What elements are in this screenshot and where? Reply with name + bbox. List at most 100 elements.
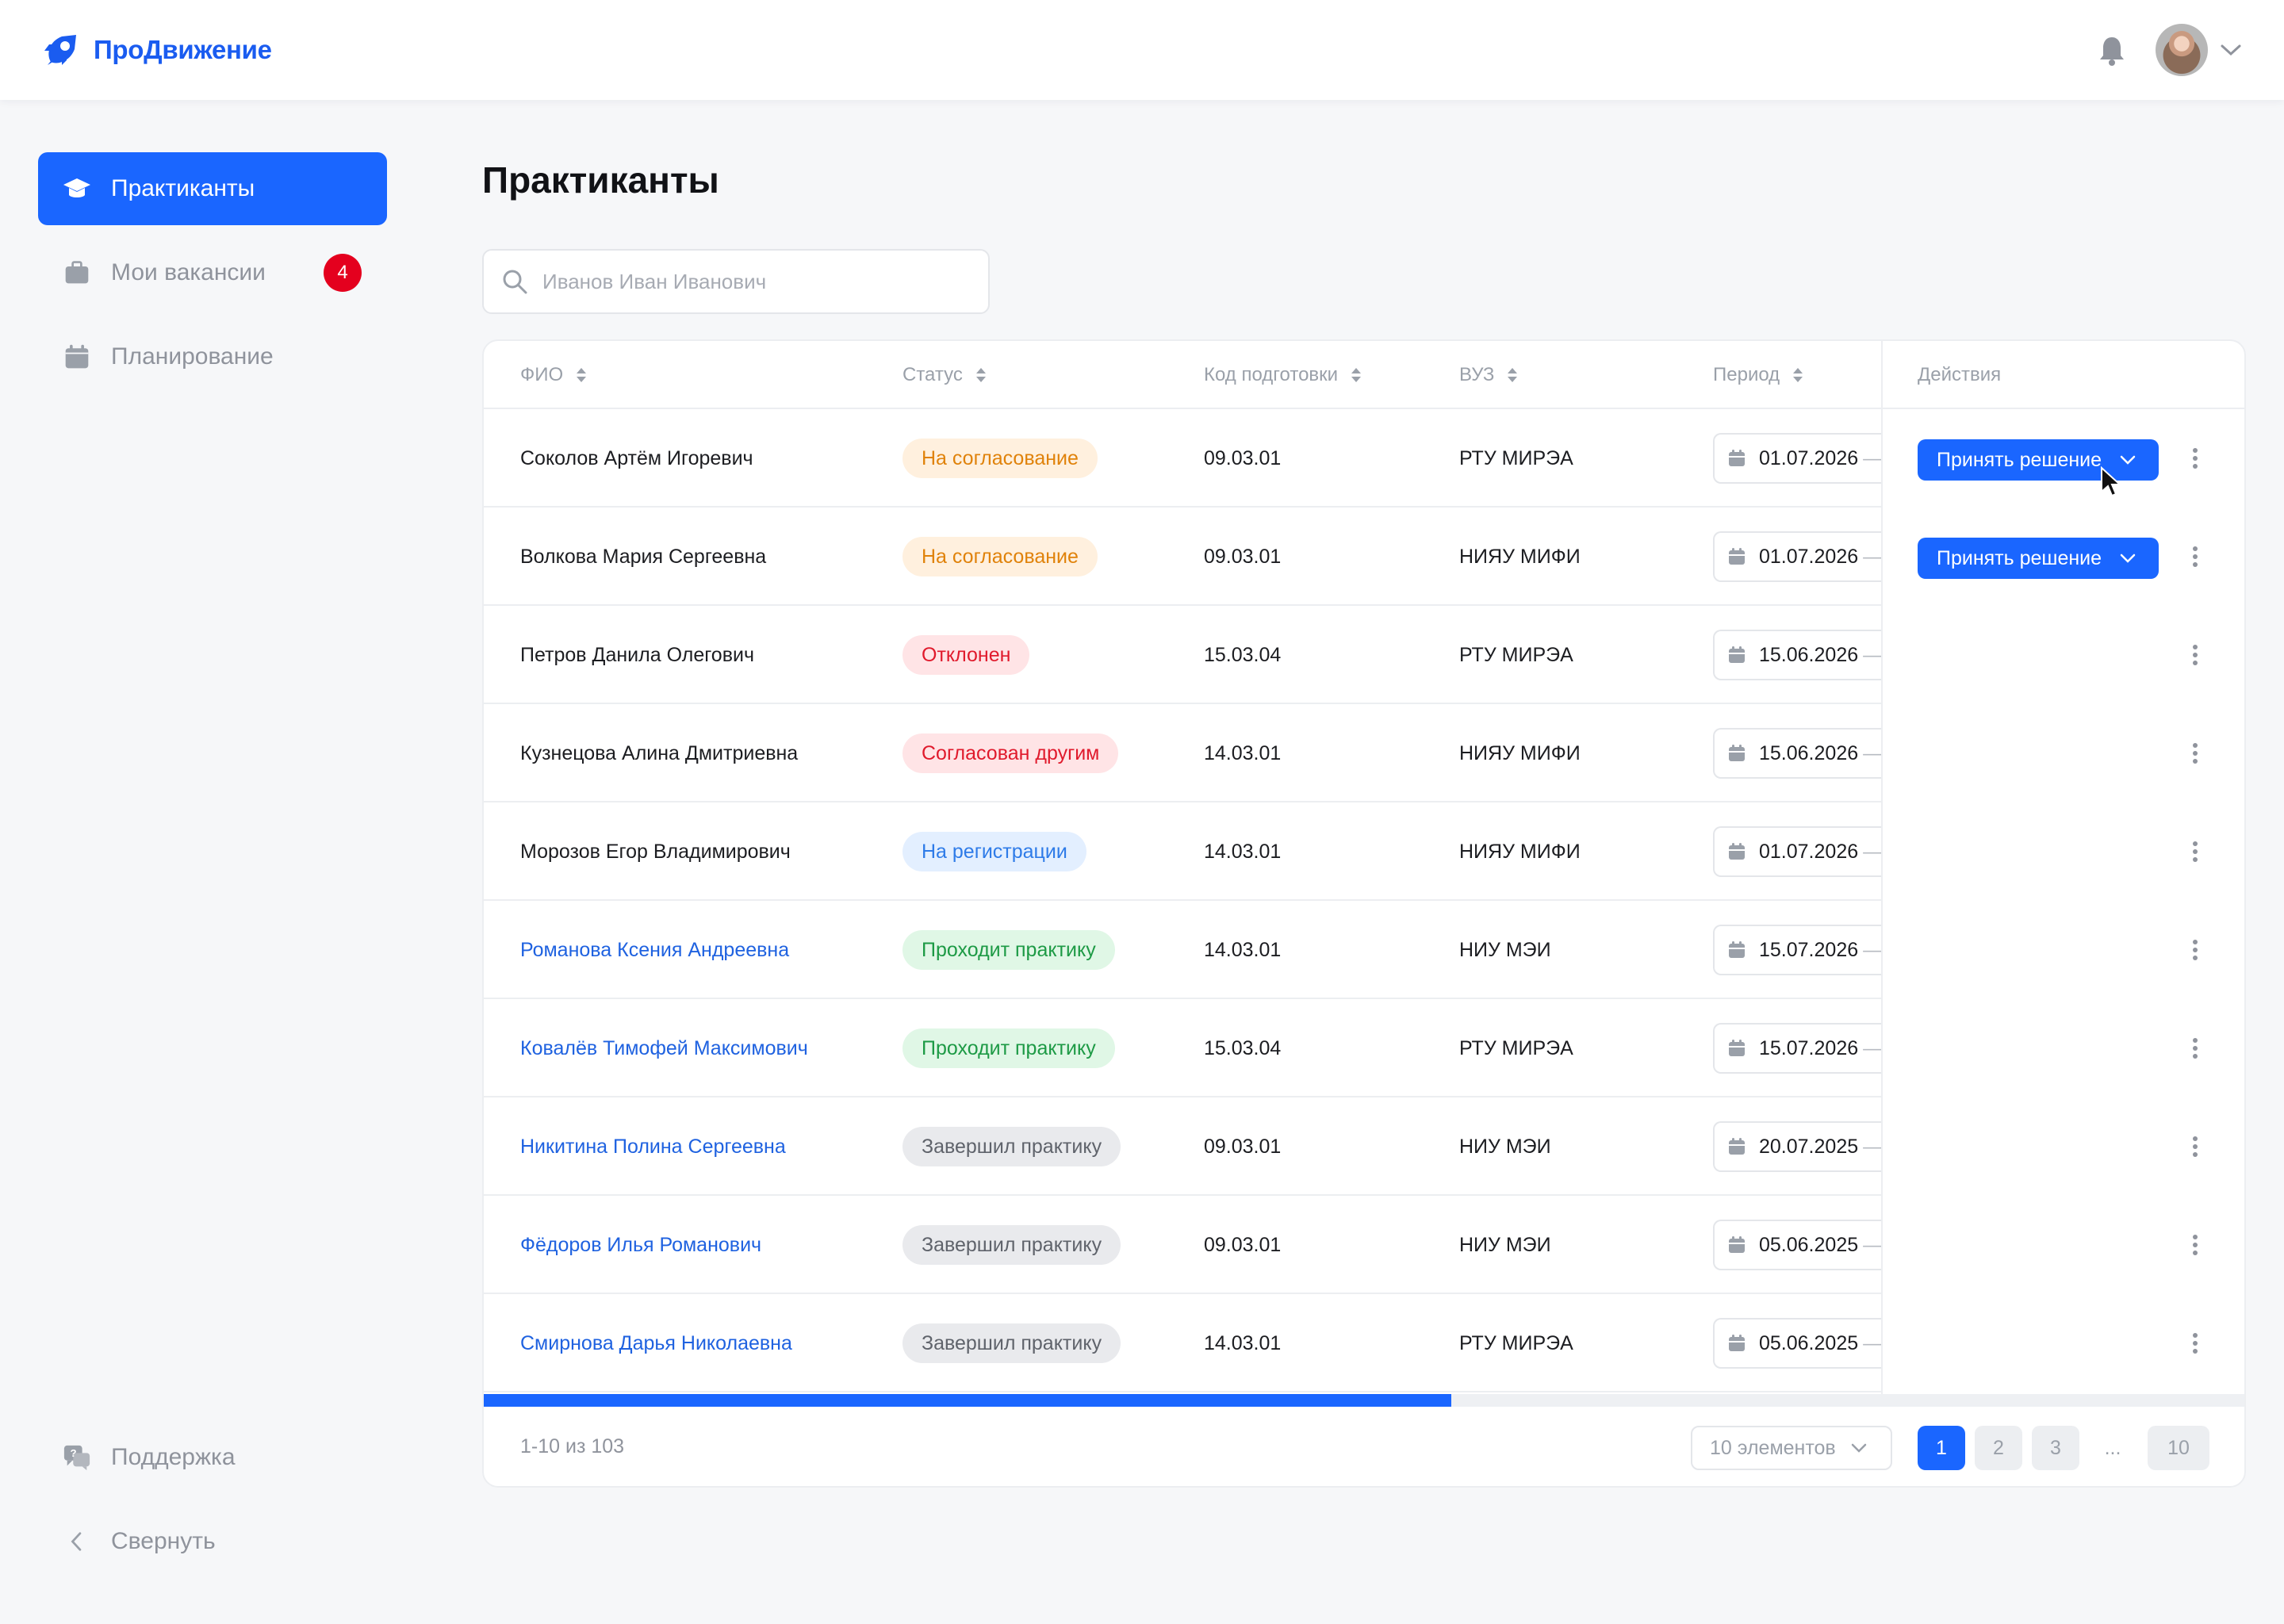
mouse-cursor-icon bbox=[2101, 466, 2122, 497]
period-date-field[interactable]: 15.07.2026 — bbox=[1713, 1023, 1903, 1074]
table-row[interactable]: Волкова Мария Сергеевна На согласование … bbox=[484, 508, 2244, 606]
notification-bell-icon[interactable] bbox=[2097, 35, 2127, 67]
table-row[interactable]: Петров Данила Олегович Отклонен 15.03.04… bbox=[484, 606, 2244, 704]
period-start-date: 15.07.2026 bbox=[1759, 1036, 1859, 1059]
period-start-date: 01.07.2026 bbox=[1759, 446, 1859, 469]
status-cell: Отклонен bbox=[902, 606, 1030, 704]
chevron-down-icon[interactable] bbox=[2219, 41, 2243, 59]
briefcase-icon bbox=[62, 258, 92, 288]
period-start-date: 15.07.2026 bbox=[1759, 938, 1859, 961]
column-header-vuz[interactable]: ВУЗ bbox=[1459, 341, 1519, 409]
table-row[interactable]: Морозов Егор Владимирович На регистрации… bbox=[484, 802, 2244, 901]
table-row[interactable]: Соколов Артём Игоревич На согласование 0… bbox=[484, 409, 2244, 508]
page-title: Практиканты bbox=[482, 159, 719, 201]
accept-decision-button[interactable]: Принять решение bbox=[1918, 538, 2159, 579]
sidebar-item-interns[interactable]: Практиканты bbox=[38, 152, 387, 225]
table-header: ФИО Статус Код подготовки ВУЗ Период Дей… bbox=[484, 341, 2244, 409]
more-options-icon[interactable] bbox=[2181, 444, 2209, 473]
search-box[interactable] bbox=[482, 249, 990, 314]
period-start-date: 15.06.2026 bbox=[1759, 741, 1859, 764]
period-date-field[interactable]: 15.07.2026 — bbox=[1713, 925, 1903, 975]
accept-decision-label: Принять решение bbox=[1937, 448, 2102, 471]
period-dash: — bbox=[1863, 545, 1884, 568]
calendar-icon bbox=[1729, 1236, 1745, 1253]
status-badge: Завершил практику bbox=[902, 1127, 1121, 1166]
sidebar-item-planning[interactable]: Планирование bbox=[38, 320, 387, 393]
more-options-icon[interactable] bbox=[2181, 739, 2209, 768]
period-date-field[interactable]: 15.06.2026 — bbox=[1713, 630, 1903, 680]
sort-icon bbox=[975, 368, 986, 382]
status-cell: Проходит практику bbox=[902, 901, 1115, 999]
page-button-10[interactable]: 10 bbox=[2148, 1426, 2209, 1470]
page-button-1[interactable]: 1 bbox=[1918, 1426, 1965, 1470]
status-cell: Согласован другим bbox=[902, 704, 1119, 802]
intern-name[interactable]: Никитина Полина Сергеевна bbox=[520, 1097, 786, 1196]
intern-name[interactable]: Фёдоров Илья Романович bbox=[520, 1196, 761, 1294]
period-date-field[interactable]: 01.07.2026 — bbox=[1713, 433, 1903, 484]
intern-name: Морозов Егор Владимирович bbox=[520, 840, 791, 863]
training-code: 15.03.04 bbox=[1204, 643, 1282, 666]
period-start-date: 01.07.2026 bbox=[1759, 545, 1859, 568]
scrollbar-thumb[interactable] bbox=[484, 1394, 1451, 1407]
period-date-field[interactable]: 01.07.2026 — bbox=[1713, 531, 1903, 582]
sidebar-item-vacancies[interactable]: Мои вакансии 4 bbox=[38, 236, 387, 309]
calendar-icon bbox=[1729, 941, 1745, 958]
more-options-icon[interactable] bbox=[2181, 1231, 2209, 1259]
table-row[interactable]: Никитина Полина Сергеевна Завершил практ… bbox=[484, 1097, 2244, 1196]
user-avatar[interactable] bbox=[2156, 24, 2208, 76]
more-options-icon[interactable] bbox=[2181, 936, 2209, 964]
more-options-icon[interactable] bbox=[2181, 542, 2209, 571]
column-header-fio[interactable]: ФИО bbox=[520, 341, 588, 409]
more-options-icon[interactable] bbox=[2181, 641, 2209, 669]
page-size-select[interactable]: 10 элементов bbox=[1691, 1426, 1892, 1470]
column-header-period[interactable]: Период bbox=[1713, 341, 1805, 409]
column-header-status[interactable]: Статус bbox=[902, 341, 988, 409]
more-options-icon[interactable] bbox=[2181, 1034, 2209, 1063]
period-date-field[interactable]: 01.07.2026 — bbox=[1713, 826, 1903, 877]
accept-decision-button[interactable]: Принять решение bbox=[1918, 439, 2159, 481]
search-input[interactable] bbox=[542, 269, 955, 294]
period-date-field[interactable]: 15.06.2026 — bbox=[1713, 728, 1903, 779]
more-options-icon[interactable] bbox=[2181, 1132, 2209, 1161]
period-start-date: 05.06.2025 bbox=[1759, 1233, 1859, 1256]
university: НИЯУ МИФИ bbox=[1459, 741, 1581, 764]
status-badge: Завершил практику bbox=[902, 1323, 1121, 1363]
training-code: 09.03.01 bbox=[1204, 1135, 1282, 1158]
period-date-field[interactable]: 05.06.2025 — bbox=[1713, 1220, 1903, 1270]
table-row[interactable]: Смирнова Дарья Николаевна Завершил практ… bbox=[484, 1294, 2244, 1392]
status-badge: Проходит практику bbox=[902, 930, 1115, 970]
table-row[interactable]: Романова Ксения Андреевна Проходит практ… bbox=[484, 901, 2244, 999]
collapse-label: Свернуть bbox=[111, 1528, 216, 1554]
calendar-icon bbox=[1729, 1040, 1745, 1056]
training-code: 14.03.01 bbox=[1204, 840, 1282, 863]
intern-name[interactable]: Смирнова Дарья Николаевна bbox=[520, 1294, 792, 1392]
calendar-icon bbox=[1729, 450, 1745, 466]
column-header-label: Статус bbox=[902, 364, 963, 385]
training-code: 09.03.01 bbox=[1204, 545, 1282, 568]
calendar-icon bbox=[1729, 1335, 1745, 1351]
intern-name[interactable]: Романова Ксения Андреевна bbox=[520, 901, 789, 999]
table-row[interactable]: Кузнецова Алина Дмитриевна Согласован др… bbox=[484, 704, 2244, 802]
sort-icon bbox=[1351, 368, 1362, 382]
period-date-field[interactable]: 05.06.2025 — bbox=[1713, 1318, 1903, 1369]
more-options-icon[interactable] bbox=[2181, 837, 2209, 866]
training-code: 09.03.01 bbox=[1204, 1233, 1282, 1256]
page-button-2[interactable]: 2 bbox=[1975, 1426, 2022, 1470]
period-start-date: 05.06.2025 bbox=[1759, 1331, 1859, 1354]
page-button-3[interactable]: 3 bbox=[2032, 1426, 2079, 1470]
table-row[interactable]: Фёдоров Илья Романович Завершил практику… bbox=[484, 1196, 2244, 1294]
university: РТУ МИРЭА bbox=[1459, 1331, 1573, 1354]
sidebar-collapse-button[interactable]: Свернуть bbox=[38, 1505, 387, 1578]
period-date-field[interactable]: 20.07.2025 — bbox=[1713, 1121, 1903, 1172]
column-header-code[interactable]: Код подготовки bbox=[1204, 341, 1363, 409]
status-badge: Согласован другим bbox=[902, 733, 1119, 773]
horizontal-scrollbar[interactable] bbox=[484, 1394, 2244, 1407]
period-start-date: 20.07.2025 bbox=[1759, 1135, 1859, 1158]
more-options-icon[interactable] bbox=[2181, 1329, 2209, 1358]
sidebar-item-support[interactable]: ? Поддержка bbox=[38, 1421, 387, 1494]
intern-name[interactable]: Ковалёв Тимофей Максимович bbox=[520, 999, 808, 1097]
app-logo[interactable]: ПроДвижение bbox=[41, 30, 272, 70]
table-row[interactable]: Ковалёв Тимофей Максимович Проходит прак… bbox=[484, 999, 2244, 1097]
chevron-down-icon bbox=[2120, 455, 2136, 465]
period-dash: — bbox=[1863, 1331, 1884, 1354]
